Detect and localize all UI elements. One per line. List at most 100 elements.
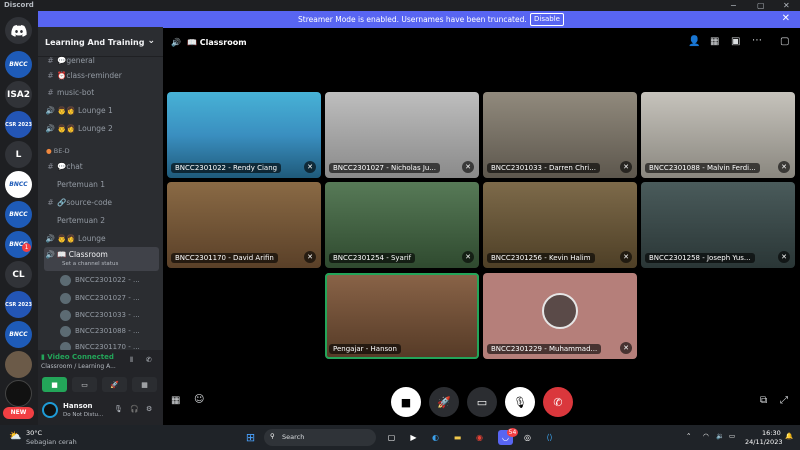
popout-icon[interactable]: ⧉: [760, 395, 767, 406]
github-icon[interactable]: ◎: [520, 430, 535, 445]
video-tile[interactable]: BNCC2301254 - Syarif ✕: [325, 182, 479, 268]
chrome-icon[interactable]: ◉: [472, 430, 487, 445]
headphones-icon[interactable]: 🎧: [130, 405, 139, 413]
guild-9[interactable]: CSR 2023: [5, 291, 32, 318]
minimize-button[interactable]: −: [730, 0, 737, 11]
voice-user-name: BNCC2301022 - ...: [75, 276, 140, 284]
video-tile[interactable]: BNCC2301170 - David Arifin ✕: [167, 182, 321, 268]
channel-lounge-1[interactable]: 🔊 👨‍👩 Lounge 1: [44, 103, 159, 118]
guild-6[interactable]: BNCC: [5, 201, 32, 228]
screen-share-button[interactable]: ▭: [72, 377, 97, 392]
streamer-mode-banner: Streamer Mode is enabled. Usernames have…: [38, 11, 800, 28]
emoji-icon[interactable]: ☺: [194, 394, 204, 405]
start-button[interactable]: ⊞: [243, 430, 258, 445]
channel-source-code[interactable]: # 🔗source-code: [44, 195, 159, 210]
channel-pertemuan-1[interactable]: Pertemuan 1: [44, 177, 159, 192]
channel-label: music-bot: [57, 88, 95, 97]
leave-call-button[interactable]: ✆: [543, 387, 573, 417]
video-tile[interactable]: BNCC2301256 - Kevin Halim ✕: [483, 182, 637, 268]
microphone-button[interactable]: 🎙: [505, 387, 535, 417]
search-box[interactable]: ⚲ Search: [264, 429, 376, 446]
task-view-icon[interactable]: ▢: [384, 430, 399, 445]
voice-user[interactable]: BNCC2301027 - ...: [60, 291, 160, 306]
clock-date[interactable]: 24/11/2023: [745, 438, 782, 446]
gear-icon[interactable]: ⚙: [146, 405, 152, 413]
banner-close-icon[interactable]: ✕: [782, 13, 790, 24]
channel-classroom-active[interactable]: 🔊 📖 Classroom Set a channel status: [44, 247, 159, 271]
channel-music-bot[interactable]: # music-bot: [44, 85, 159, 100]
channel-pertemuan-2[interactable]: Pertemuan 2: [44, 213, 159, 228]
channel-chat[interactable]: # 💬chat: [44, 159, 159, 174]
signal-icon: ▮: [41, 353, 45, 361]
voice-user[interactable]: BNCC2301088 - ...: [60, 324, 160, 339]
voice-user[interactable]: BNCC2301022 - ...: [60, 273, 160, 288]
chat-icon[interactable]: ▣: [731, 36, 740, 47]
weather-icon: ⛅: [9, 431, 22, 442]
noise-icon[interactable]: ⦀: [130, 356, 133, 365]
channel-label: 💬general: [57, 56, 95, 65]
camera-button[interactable]: ■: [42, 377, 67, 392]
guild-1[interactable]: BNCC: [5, 51, 32, 78]
weather-desc[interactable]: Sebagian cerah: [26, 438, 77, 446]
voice-user[interactable]: BNCC2301033 - ...: [60, 308, 160, 323]
screen-share-button[interactable]: ▭: [467, 387, 497, 417]
guild-8[interactable]: CL: [5, 261, 32, 288]
microphone-icon[interactable]: 🎙: [114, 405, 123, 413]
hash-icon: #: [47, 198, 54, 207]
soundboard-button[interactable]: ▦: [132, 377, 157, 392]
guild-3[interactable]: CSR 2023: [5, 111, 32, 138]
maximize-button[interactable]: ▢: [757, 0, 765, 11]
disconnect-icon[interactable]: ✆: [146, 356, 152, 364]
meet-icon[interactable]: ▶: [406, 430, 421, 445]
voice-user-name: BNCC2301033 - ...: [75, 311, 140, 319]
close-button[interactable]: ✕: [783, 0, 790, 11]
video-tile[interactable]: BNCC2301258 - Joseph Yus... ✕: [641, 182, 795, 268]
speaker-icon: 🔊: [45, 106, 56, 115]
grid-layout-icon[interactable]: ▦: [710, 36, 719, 47]
category-header[interactable]: ● BE-D: [46, 147, 70, 155]
chevron-up-icon[interactable]: ⌃: [686, 432, 691, 440]
channel-class-reminder[interactable]: # ⏰class-reminder: [44, 68, 159, 83]
invite-icon[interactable]: 👤: [688, 36, 700, 47]
fullscreen-icon[interactable]: ▢: [780, 36, 789, 47]
guild-5-active[interactable]: BNCC: [5, 171, 32, 198]
participant-name: BNCC2301258 - Joseph Yus...: [645, 253, 755, 263]
activity-icon[interactable]: ▦: [171, 395, 180, 406]
channel-general[interactable]: # 💬general: [44, 53, 159, 68]
activity-button[interactable]: 🚀: [102, 377, 127, 392]
avatar[interactable]: [42, 402, 58, 418]
battery-icon[interactable]: ▭: [729, 432, 735, 440]
channel-lounge[interactable]: 🔊 👨‍👩 Lounge: [44, 231, 159, 246]
wifi-icon[interactable]: ◠: [703, 432, 709, 440]
video-tile[interactable]: BNCC2301027 - Nicholas Ju... ✕: [325, 92, 479, 178]
video-tile[interactable]: BNCC2301022 - Rendy Ciang ✕: [167, 92, 321, 178]
participant-name: BNCC2301022 - Rendy Ciang: [171, 163, 282, 173]
video-tile[interactable]: BNCC2301088 - Malvin Ferdi... ✕: [641, 92, 795, 178]
explorer-icon[interactable]: ▬: [450, 430, 465, 445]
guild-11-avatar[interactable]: [5, 351, 32, 378]
activity-button[interactable]: 🚀: [429, 387, 459, 417]
edge-icon[interactable]: ◐: [428, 430, 443, 445]
video-tile-speaking[interactable]: Pengajar - Hanson: [325, 273, 479, 359]
mute-icon: ✕: [304, 251, 316, 263]
guild-4[interactable]: L: [5, 141, 32, 168]
video-tile[interactable]: BNCC2301033 - Darren Chri... ✕: [483, 92, 637, 178]
guild-10[interactable]: BNCC: [5, 321, 32, 348]
weather-temp[interactable]: 30°C: [26, 429, 42, 437]
guild-12-avatar[interactable]: [5, 380, 32, 407]
voice-user-name: BNCC2301088 - ...: [75, 327, 140, 335]
disable-streamer-button[interactable]: Disable: [530, 13, 564, 26]
more-icon[interactable]: ⋯: [752, 35, 762, 46]
channel-lounge-2[interactable]: 🔊 👨‍👩 Lounge 2: [44, 121, 159, 136]
avatar-tile[interactable]: BNCC2301229 - Muhammad... ✕: [483, 273, 637, 359]
notifications-icon[interactable]: 🔔: [785, 432, 793, 440]
camera-toggle-button[interactable]: ■: [391, 387, 421, 417]
guild-2[interactable]: ISA2: [5, 81, 32, 108]
fullscreen-icon[interactable]: ⤢: [780, 395, 788, 406]
vscode-icon[interactable]: ⟨⟩: [542, 430, 557, 445]
clock-time[interactable]: 16:30: [762, 429, 781, 437]
discord-home-icon[interactable]: [5, 17, 32, 44]
channel-status[interactable]: Set a channel status: [62, 257, 118, 271]
volume-icon[interactable]: 🔉: [716, 432, 724, 440]
voice-location[interactable]: Classroom / Learning A...: [41, 363, 116, 370]
